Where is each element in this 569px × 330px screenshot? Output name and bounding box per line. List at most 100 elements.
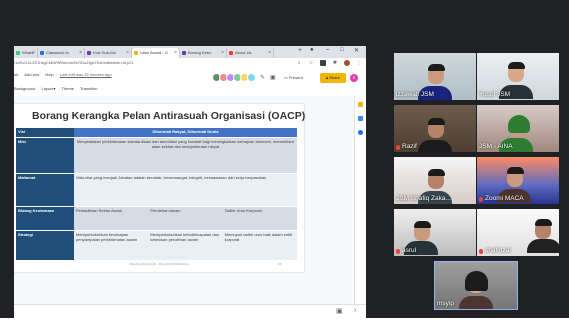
slide[interactable]: Borang Kerangka Pelan Antirasuah Organis… [14, 104, 305, 272]
contacts-icon[interactable] [358, 130, 363, 135]
present-button[interactable]: ▭ Present [284, 75, 303, 80]
row-label: Visi [16, 128, 74, 138]
more-menu-icon[interactable]: ⋮ [356, 60, 362, 66]
participant-name: JSM Shafiq Zaka... [396, 195, 451, 202]
meet-icon[interactable]: ▣ [270, 74, 276, 81]
star-icon[interactable]: ☆ [308, 60, 314, 66]
slide-title[interactable]: Borang Kerangka Pelan Antirasuah Organis… [32, 110, 305, 122]
participant-body [459, 296, 493, 309]
browser-tab[interactable]: About Us × [227, 48, 274, 58]
browser-tab[interactable]: Kuiz Sub-Mo × [85, 48, 132, 58]
browser-tabstrip: Whats × Classwork fo × Kuiz Sub-Mo × Latar … [14, 46, 366, 58]
participant-tile[interactable]: Zoomi MACA [477, 157, 559, 204]
browser-tab-active[interactable]: Latar Award - G × [132, 48, 180, 58]
oacp-table[interactable]: Visi Dihormati Rakyat, Dihormati Dunia M… [16, 128, 297, 261]
browser-tab[interactable]: Classwork fo × [38, 48, 85, 58]
slide-canvas[interactable]: Borang Kerangka Pelan Antirasuah Organis… [14, 96, 366, 304]
table-row: Strategi Memperkukuhkan kecekapan penyam… [16, 230, 297, 261]
mic-off-icon [479, 249, 483, 254]
minimize-button[interactable]: – [326, 47, 329, 53]
participant-tile[interactable]: Razif [394, 105, 476, 152]
last-edit-link[interactable]: Last edit was 29 minutes ago [60, 72, 112, 77]
close-icon[interactable]: × [32, 48, 35, 58]
close-icon[interactable]: × [268, 48, 271, 58]
url-text[interactable]: /1aSvGXL2E1hkgCkbWWKkhotuSkYlDuZfghZKsI/… [14, 59, 134, 67]
participant-name: msyip [437, 300, 454, 307]
browser-tab[interactable]: Borang Kebo × [180, 48, 227, 58]
participant-body [527, 239, 559, 253]
row-label: Strategi [16, 230, 74, 261]
mic-off-icon [479, 197, 483, 202]
close-icon[interactable]: × [221, 48, 224, 58]
user-avatar[interactable]: S [350, 74, 358, 82]
maximize-button[interactable]: □ [340, 47, 344, 53]
slides-header: ub Add-ons Help Last edit was 29 minutes… [14, 68, 366, 96]
close-window-button[interactable]: ✕ [354, 47, 359, 54]
close-icon[interactable]: × [174, 48, 177, 58]
participant-body [418, 140, 452, 152]
tab-label: Classwork fo [46, 50, 69, 55]
share-button[interactable]: 🔒︎ Share [320, 73, 346, 83]
participant-name: Yusof JSM [479, 91, 511, 98]
background-button[interactable]: Background [14, 86, 35, 91]
tab-label: Kuiz Sub-Mo [93, 50, 116, 55]
row-label: Bidang Keutamaan [16, 206, 74, 231]
layout-button[interactable]: Layout▾ [41, 86, 55, 91]
participant-hair [465, 271, 488, 291]
gmail-icon [229, 51, 233, 55]
tab-label: About Us [235, 50, 252, 55]
slide-footer: BAHAGIAN AKAUN · PELAN ANTIRASUAH [129, 262, 189, 266]
table-row: Bidang Keutamaan Pentadbiran Sektor Awam… [16, 206, 297, 231]
participant-name: JSM - AINA [479, 143, 513, 150]
participant-tile[interactable]: JSM Shafiq Zaka... [394, 157, 476, 204]
participant-tile[interactable]: shafinzal [477, 209, 559, 256]
slide-page-number: 16 [278, 262, 282, 266]
search-icon[interactable]: ⌕ [296, 60, 302, 66]
participant-name: izzawati JSM [396, 91, 434, 98]
participant-hair [427, 118, 445, 125]
close-icon[interactable]: × [79, 48, 82, 58]
menu-item[interactable]: Add-ons [24, 72, 39, 77]
theme-button[interactable]: Theme [62, 86, 74, 91]
bottom-margin [0, 318, 569, 330]
record-icon: ● [310, 47, 314, 53]
participant-name: Razif [402, 143, 417, 150]
slides-menu-bar: ub Add-ons Help Last edit was 29 minutes… [14, 72, 117, 77]
row-label: Misi [16, 137, 74, 174]
mic-off-icon [396, 249, 400, 254]
participant-tile[interactable]: Yusof JSM [477, 53, 559, 100]
whatsapp-icon [16, 51, 20, 55]
keep-icon[interactable] [358, 102, 363, 107]
table-cell: Memupuk tadbir urus baik dalam entiti ko… [222, 230, 297, 261]
profile-avatar[interactable] [344, 60, 350, 66]
participant-tile[interactable]: asrul [394, 209, 476, 256]
participant-hair [427, 169, 445, 176]
transition-button[interactable]: Transition [80, 86, 97, 91]
classroom-icon [40, 51, 44, 55]
participant-name: asrul [402, 247, 417, 254]
comment-icon[interactable]: ✎ [260, 74, 265, 81]
tab-label: Latar Award - G [140, 50, 168, 55]
puzzle-icon[interactable]: ✱ [332, 60, 338, 66]
tasks-icon[interactable] [358, 116, 363, 121]
explore-icon[interactable]: ▣ [336, 307, 343, 315]
participant-tile[interactable]: JSM - AINA [477, 105, 559, 152]
close-icon[interactable]: × [126, 48, 129, 58]
menu-item[interactable]: ub [14, 72, 18, 77]
new-tab-button[interactable]: + [298, 47, 302, 54]
forms-icon [182, 51, 186, 55]
participant-hair [506, 167, 524, 174]
extension-icon[interactable] [320, 60, 326, 66]
participant-tile-active-speaker[interactable]: msyip [434, 261, 518, 310]
table-cell: Tadbir Urus Korporat [222, 206, 297, 231]
avatar[interactable] [247, 73, 256, 82]
participant-tile[interactable]: izzawati JSM [394, 53, 476, 100]
browser-tab[interactable]: Whats × [14, 48, 38, 58]
table-cell: Memperkukuhkan kecekapan penyampaian per… [74, 230, 149, 261]
chevron-right-icon[interactable]: › [354, 307, 356, 314]
address-bar[interactable]: /1aSvGXL2E1hkgCkbWWKkhotuSkYlDuZfghZKsI/… [14, 58, 366, 68]
participant-name: shafinzal [485, 247, 511, 254]
slides-icon [134, 51, 138, 55]
menu-item[interactable]: Help [45, 72, 53, 77]
table-cell: Pentadbiran Sektor Awam [74, 206, 149, 231]
